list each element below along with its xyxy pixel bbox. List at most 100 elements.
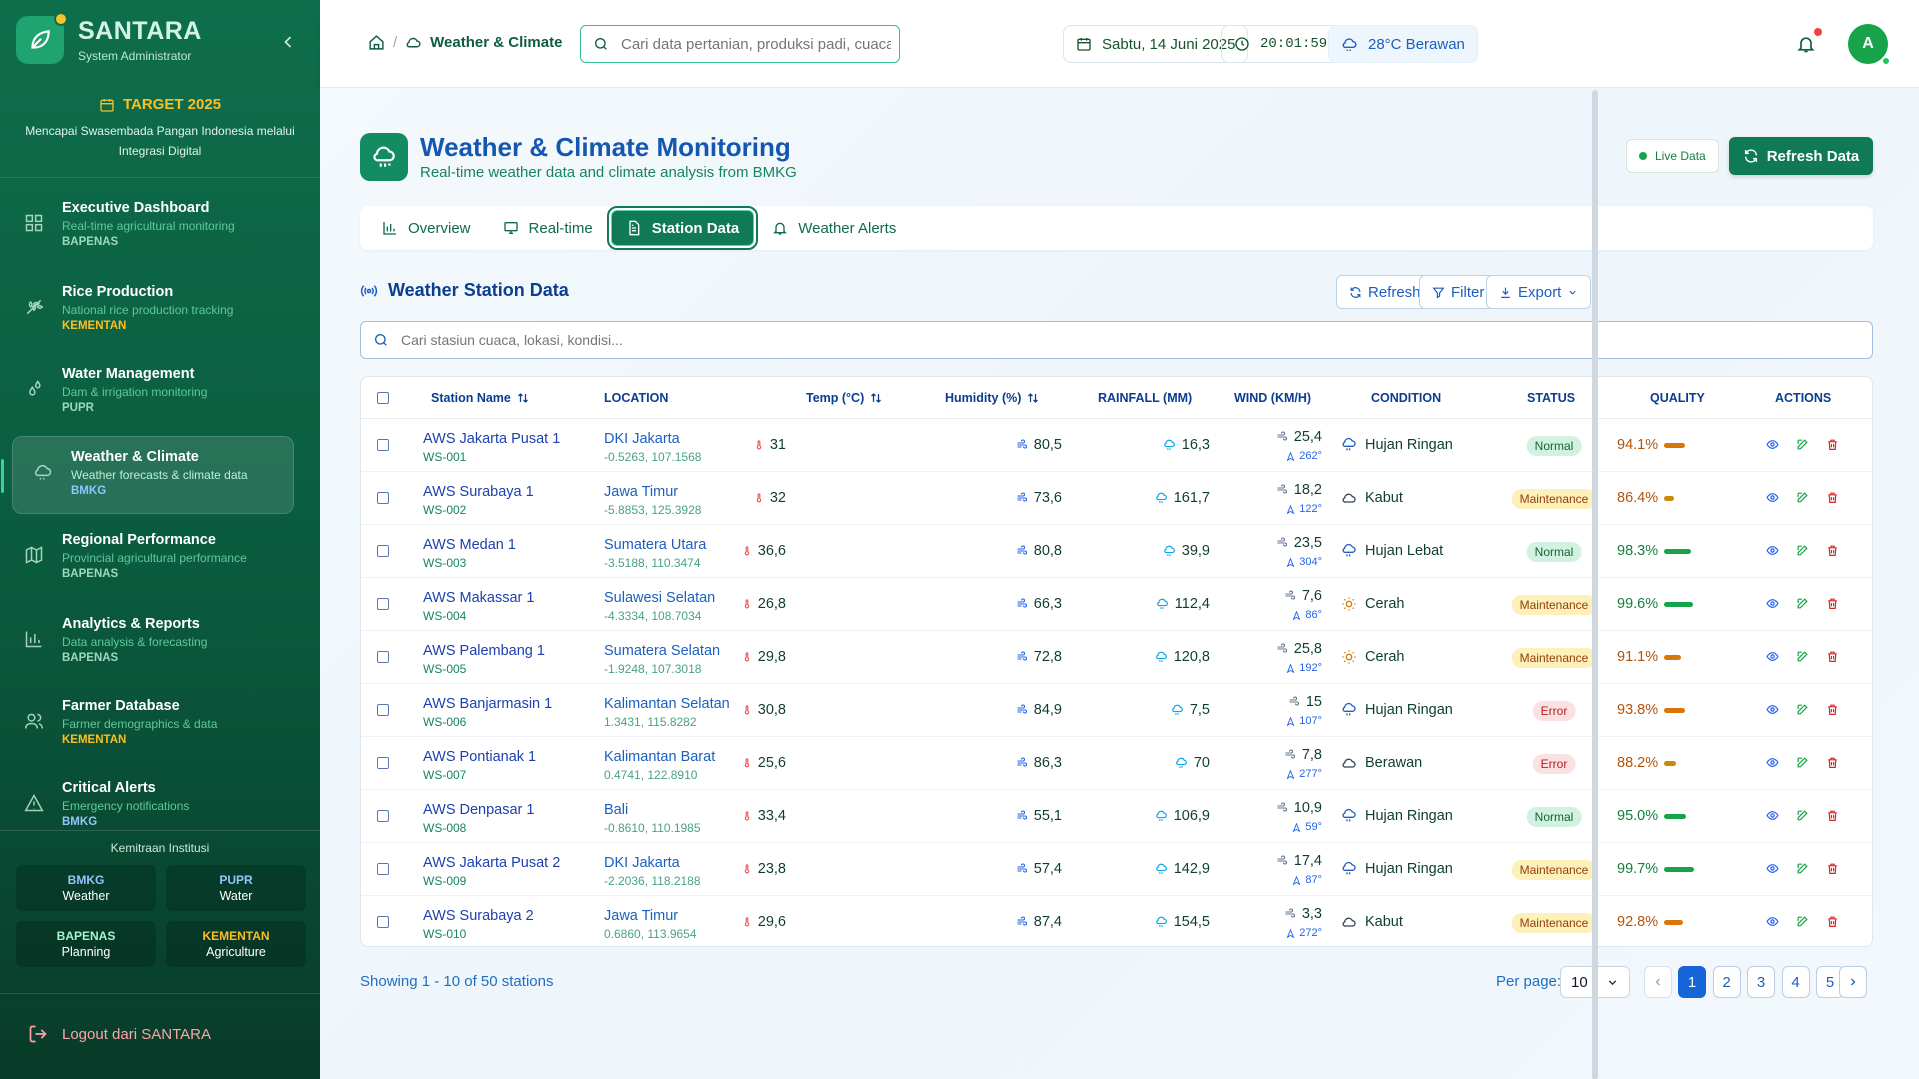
row-checkbox[interactable] xyxy=(377,598,389,610)
table-row[interactable]: AWS Jakarta Pusat 2 WS-009 DKI Jakarta -2.2… xyxy=(361,843,1872,896)
station-search[interactable] xyxy=(360,321,1873,359)
sidebar-item-weather-climate[interactable]: Weather & Climate Weather forecasts & cli… xyxy=(1,436,294,514)
station-name[interactable]: AWS Pontianak 1 xyxy=(423,749,536,765)
trash-icon[interactable] xyxy=(1826,544,1839,557)
table-row[interactable]: AWS Banjarmasin 1 WS-006 Kalimantan Selata… xyxy=(361,684,1872,737)
edit-icon[interactable] xyxy=(1796,597,1809,610)
station-name[interactable]: AWS Surabaya 1 xyxy=(423,484,534,500)
station-location: DKI Jakarta xyxy=(604,855,680,871)
station-coordinates: 0.6860, 113.9654 xyxy=(604,927,697,941)
home-icon[interactable] xyxy=(368,34,385,51)
wind-speed: 18,2 xyxy=(1293,482,1322,498)
select-all-checkbox[interactable] xyxy=(377,392,389,404)
trash-icon[interactable] xyxy=(1826,597,1839,610)
col-humidity[interactable]: Humidity (%) xyxy=(945,391,1039,405)
row-checkbox[interactable] xyxy=(377,863,389,875)
eye-icon[interactable] xyxy=(1766,597,1779,610)
station-name[interactable]: AWS Banjarmasin 1 xyxy=(423,696,552,712)
row-checkbox[interactable] xyxy=(377,651,389,663)
table-row[interactable]: AWS Makassar 1 WS-004 Sulawesi Selatan -4.3… xyxy=(361,578,1872,631)
eye-icon[interactable] xyxy=(1766,438,1779,451)
collapse-sidebar-icon[interactable] xyxy=(278,32,298,52)
trash-icon[interactable] xyxy=(1826,862,1839,875)
col-station-name[interactable]: Station Name xyxy=(431,391,529,405)
humidity-value: 57,4 xyxy=(1033,861,1062,877)
station-search-input[interactable] xyxy=(401,332,1801,348)
table-row[interactable]: AWS Jakarta Pusat 1 WS-001 DKI Jakarta -0.5… xyxy=(361,419,1872,472)
tab-realtime[interactable]: Real-time xyxy=(489,210,607,246)
refresh-data-button[interactable]: Refresh Data xyxy=(1729,137,1873,175)
row-checkbox[interactable] xyxy=(377,545,389,557)
page-4-button[interactable]: 4 xyxy=(1781,966,1810,998)
edit-icon[interactable] xyxy=(1796,915,1809,928)
page-2-button[interactable]: 2 xyxy=(1712,966,1741,998)
eye-icon[interactable] xyxy=(1766,915,1779,928)
prev-page-button[interactable] xyxy=(1644,966,1672,998)
export-button[interactable]: Export xyxy=(1486,275,1592,309)
eye-icon[interactable] xyxy=(1766,756,1779,769)
trash-icon[interactable] xyxy=(1826,756,1839,769)
sidebar-item-analytics-reports[interactable]: Analytics & Reports Data analysis & forec… xyxy=(12,604,294,682)
sidebar-item-farmer-database[interactable]: Farmer Database Farmer demographics & dat… xyxy=(12,686,294,764)
row-checkbox[interactable] xyxy=(377,757,389,769)
eye-icon[interactable] xyxy=(1766,862,1779,875)
chevron-left-icon xyxy=(1652,976,1664,988)
next-page-button[interactable] xyxy=(1839,966,1867,998)
wind-cell: 25,4 xyxy=(1276,429,1322,445)
eye-icon[interactable] xyxy=(1766,703,1779,716)
scrollbar[interactable] xyxy=(1592,90,1598,1079)
station-name[interactable]: AWS Jakarta Pusat 2 xyxy=(423,855,560,871)
row-checkbox[interactable] xyxy=(377,704,389,716)
bell-icon[interactable] xyxy=(1796,34,1816,54)
edit-icon[interactable] xyxy=(1796,756,1809,769)
eye-icon[interactable] xyxy=(1766,650,1779,663)
page-1-button[interactable]: 1 xyxy=(1678,966,1706,998)
station-name[interactable]: AWS Medan 1 xyxy=(423,537,516,553)
sidebar-item-water-management[interactable]: Water Management Dam & irrigation monitor… xyxy=(12,354,294,432)
edit-icon[interactable] xyxy=(1796,862,1809,875)
col-temp[interactable]: Temp (°C) xyxy=(806,391,882,405)
trash-icon[interactable] xyxy=(1826,491,1839,504)
edit-icon[interactable] xyxy=(1796,809,1809,822)
edit-icon[interactable] xyxy=(1796,703,1809,716)
page-3-button[interactable]: 3 xyxy=(1747,966,1775,998)
table-row[interactable]: AWS Palembang 1 WS-005 Sumatera Selatan -1.… xyxy=(361,631,1872,684)
row-checkbox[interactable] xyxy=(377,439,389,451)
edit-icon[interactable] xyxy=(1796,544,1809,557)
tab-station-data[interactable]: Station Data xyxy=(606,206,759,250)
station-name[interactable]: AWS Jakarta Pusat 1 xyxy=(423,431,560,447)
table-row[interactable]: AWS Denpasar 1 WS-008 Bali -0.8610, 110.198… xyxy=(361,790,1872,843)
edit-icon[interactable] xyxy=(1796,650,1809,663)
table-row[interactable]: AWS Surabaya 2 WS-010 Jawa Timur 0.6860, 11… xyxy=(361,896,1872,946)
row-checkbox[interactable] xyxy=(377,492,389,504)
table-row[interactable]: AWS Surabaya 1 WS-002 Jawa Timur -5.8853, 1… xyxy=(361,472,1872,525)
station-name[interactable]: AWS Makassar 1 xyxy=(423,590,534,606)
trash-icon[interactable] xyxy=(1826,650,1839,663)
trash-icon[interactable] xyxy=(1826,438,1839,451)
global-search-input[interactable] xyxy=(621,35,891,53)
eye-icon[interactable] xyxy=(1766,809,1779,822)
tab-overview[interactable]: Overview xyxy=(368,210,485,246)
eye-icon[interactable] xyxy=(1766,491,1779,504)
sidebar-item-executive-dashboard[interactable]: Executive Dashboard Real-time agricultura… xyxy=(12,188,294,266)
trash-icon[interactable] xyxy=(1826,809,1839,822)
row-checkbox[interactable] xyxy=(377,810,389,822)
tab-weather-alerts[interactable]: Weather Alerts xyxy=(758,210,910,246)
sidebar-item-regional-performance[interactable]: Regional Performance Provincial agricultu… xyxy=(12,520,294,598)
refresh-data-label: Refresh Data xyxy=(1766,147,1860,165)
edit-icon[interactable] xyxy=(1796,491,1809,504)
row-checkbox[interactable] xyxy=(377,916,389,928)
station-name[interactable]: AWS Surabaya 2 xyxy=(423,908,534,924)
trash-icon[interactable] xyxy=(1826,703,1839,716)
eye-icon[interactable] xyxy=(1766,544,1779,557)
col-status: STATUS xyxy=(1527,391,1575,405)
station-name[interactable]: AWS Palembang 1 xyxy=(423,643,545,659)
sidebar-item-rice-production[interactable]: Rice Production National rice production … xyxy=(12,272,294,350)
trash-icon[interactable] xyxy=(1826,915,1839,928)
logout-button[interactable]: Logout dari SANTARA xyxy=(28,1024,211,1044)
edit-icon[interactable] xyxy=(1796,438,1809,451)
global-search[interactable] xyxy=(580,25,900,63)
table-row[interactable]: AWS Medan 1 WS-003 Sumatera Utara -3.5188, … xyxy=(361,525,1872,578)
table-row[interactable]: AWS Pontianak 1 WS-007 Kalimantan Barat 0.4… xyxy=(361,737,1872,790)
station-name[interactable]: AWS Denpasar 1 xyxy=(423,802,534,818)
